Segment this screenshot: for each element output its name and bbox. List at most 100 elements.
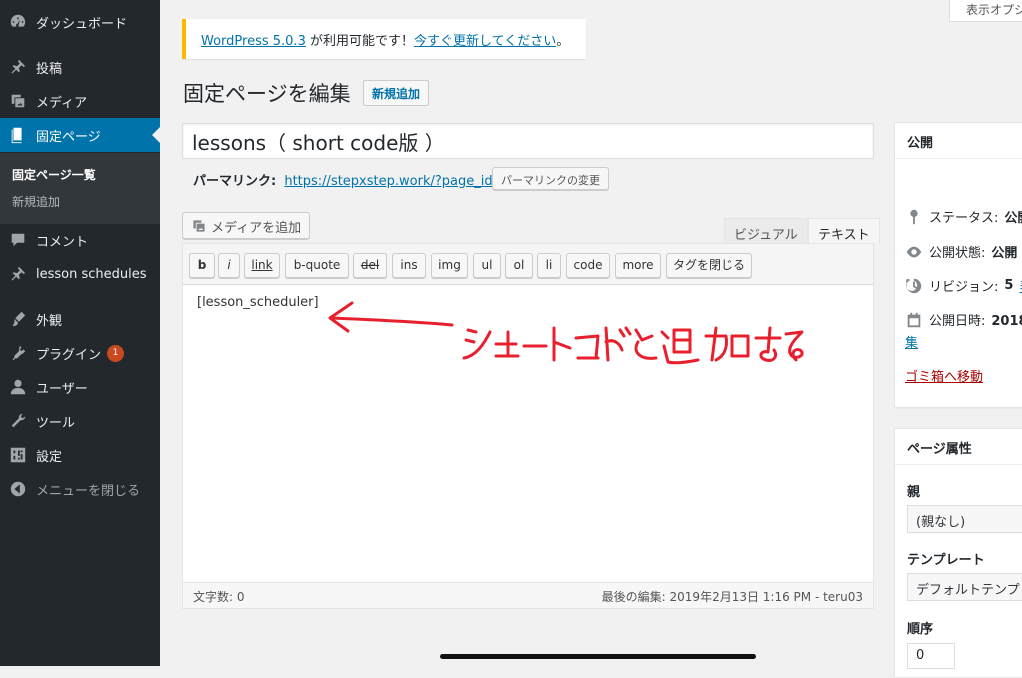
publish-box: 公開 ステータス:公開 公開状態:公開編 リビジョン:5表 公開日時:2018年… — [894, 122, 1022, 408]
comment-icon — [0, 231, 36, 249]
publish-box-title: 公開 — [895, 123, 1022, 159]
media-icon — [193, 220, 205, 232]
qt-ins-button[interactable]: ins — [392, 253, 426, 278]
page-title: 固定ページを編集 — [183, 82, 351, 106]
page-icon — [0, 126, 36, 144]
settings-icon — [0, 446, 36, 464]
visibility-row: 公開状態:公開編 — [905, 242, 1022, 261]
sidebar-item-tools[interactable]: ツール — [0, 404, 160, 438]
eye-icon — [906, 246, 922, 257]
qt-ul-button[interactable]: ul — [473, 253, 501, 278]
tab-visual[interactable]: ビジュアル — [724, 218, 808, 244]
add-media-button[interactable]: メディアを追加 — [182, 212, 311, 239]
wrench-icon — [0, 412, 36, 430]
sidebar-item-plugins[interactable]: プラグイン 1 — [0, 336, 160, 370]
qt-italic-button[interactable]: i — [218, 253, 240, 278]
order-label: 順序 — [907, 622, 934, 637]
submenu-add-new[interactable]: 新規追加 — [12, 193, 60, 210]
brush-icon — [0, 310, 36, 328]
media-icon — [0, 92, 36, 110]
revisions-value: 5 — [1004, 278, 1014, 293]
sidebar-item-label: 固定ページ — [36, 129, 101, 145]
parent-label: 親 — [907, 485, 921, 500]
permalink-url[interactable]: https://stepxstep.work/?page_id=21 — [284, 174, 520, 189]
sidebar-item-label: ツール — [36, 415, 76, 431]
parent-select[interactable]: (親なし) — [907, 505, 1022, 533]
text-editor: b i link b-quote del ins img ul ol li co… — [182, 243, 874, 609]
editor-status-bar: 文字数: 0 最後の編集: 2019年2月13日 1:16 PM - teru0… — [183, 582, 873, 608]
publish-date-label: 公開日時: — [929, 314, 986, 329]
tab-text[interactable]: テキスト — [808, 218, 880, 244]
pin-icon — [0, 265, 36, 283]
wordpress-version-link[interactable]: WordPress 5.0.3 — [201, 34, 306, 49]
sidebar-item-posts[interactable]: 投稿 — [0, 50, 160, 84]
qt-link-button[interactable]: link — [244, 253, 280, 278]
permalink-label: パーマリンク: — [193, 174, 277, 189]
dashboard-icon — [0, 13, 36, 31]
last-edited: 最後の編集: 2019年2月13日 1:16 PM - teru03 — [601, 590, 863, 604]
template-select[interactable]: デフォルトテンプ — [907, 573, 1022, 601]
qt-del-button[interactable]: del — [353, 253, 387, 278]
submenu-all-pages[interactable]: 固定ページ一覧 — [12, 166, 96, 183]
move-to-trash-link[interactable]: ゴミ箱へ移動 — [905, 366, 983, 385]
qt-bold-button[interactable]: b — [189, 253, 215, 278]
notice-end: 。 — [556, 34, 570, 49]
add-media-label: メディアを追加 — [211, 221, 302, 236]
qt-code-button[interactable]: code — [566, 253, 610, 278]
sidebar-item-label: ユーザー — [36, 381, 88, 397]
page-attributes-box: ページ属性 親 (親なし) テンプレート デフォルトテンプ 順序 0 — [894, 428, 1022, 678]
plug-icon — [0, 344, 36, 362]
sidebar-item-users[interactable]: ユーザー — [0, 370, 160, 404]
revisions-row: リビジョン:5表 — [905, 276, 1022, 295]
visibility-value: 公開 — [991, 246, 1018, 261]
sidebar-item-label: ダッシュボード — [36, 16, 128, 32]
sidebar-collapse-menu[interactable]: メニューを閉じる — [0, 472, 160, 506]
revisions-icon — [905, 278, 922, 293]
status-label: ステータス: — [929, 211, 999, 226]
qt-more-button[interactable]: more — [615, 253, 661, 278]
sidebar-item-label: メディア — [36, 95, 88, 111]
word-count: 文字数: 0 — [193, 590, 245, 604]
sidebar-item-pages[interactable]: 固定ページ — [0, 118, 160, 152]
qt-img-button[interactable]: img — [431, 253, 468, 278]
revisions-label: リビジョン: — [929, 280, 999, 295]
publish-date-row: 公開日時: 2018年 — [905, 310, 1022, 329]
qt-li-button[interactable]: li — [537, 253, 561, 278]
change-permalink-button[interactable]: パーマリンクの変更 — [492, 167, 609, 190]
screen-options-button[interactable]: 表示オプシ — [949, 0, 1022, 22]
order-input[interactable]: 0 — [907, 643, 955, 669]
sidebar-item-label: プラグイン — [36, 347, 102, 363]
editor-content[interactable]: [lesson_scheduler] — [197, 295, 319, 310]
publish-date-edit-link[interactable]: 集 — [905, 332, 918, 351]
qt-close-tags-button[interactable]: タグを閉じる — [666, 253, 752, 278]
qt-ol-button[interactable]: ol — [505, 253, 533, 278]
sidebar-item-settings[interactable]: 設定 — [0, 438, 160, 472]
qt-bquote-button[interactable]: b-quote — [285, 253, 349, 278]
pages-submenu: 固定ページ一覧 新規追加 — [0, 153, 160, 224]
visibility-label: 公開状態: — [929, 246, 986, 261]
update-count-badge: 1 — [107, 344, 125, 362]
sidebar-item-lesson-schedules[interactable]: lesson schedules — [0, 257, 160, 291]
sidebar-item-comments[interactable]: コメント — [0, 223, 160, 257]
sidebar-item-media[interactable]: メディア — [0, 84, 160, 118]
sidebar-item-label: メニューを閉じる — [36, 483, 141, 499]
template-label: テンプレート — [907, 553, 985, 568]
update-now-link[interactable]: 今すぐ更新してください — [414, 34, 556, 49]
update-notice: WordPress 5.0.3 が利用可能です！今すぐ更新してください。 — [182, 19, 586, 59]
post-title-input[interactable]: lessons（ short code版 ） — [182, 123, 874, 159]
permalink-row: パーマリンク: https://stepxstep.work/?page_id=… — [193, 170, 520, 189]
add-new-button[interactable]: 新規追加 — [363, 80, 430, 106]
pin-icon — [0, 58, 36, 76]
admin-sidebar: ダッシュボード 投稿 メディア 固定ページ 固定ページ一覧 新規追加 コメント … — [0, 0, 160, 666]
sidebar-item-dashboard[interactable]: ダッシュボード — [0, 5, 160, 39]
status-row: ステータス: 公開 — [905, 207, 1022, 226]
status-value: 公開 — [1004, 211, 1022, 226]
sidebar-item-label: 外観 — [36, 313, 63, 329]
sidebar-item-label: コメント — [36, 234, 89, 250]
sidebar-item-label: 設定 — [36, 449, 63, 465]
collapse-icon — [0, 480, 36, 498]
pin-icon — [910, 209, 918, 224]
user-icon — [0, 378, 36, 396]
sidebar-item-appearance[interactable]: 外観 — [0, 302, 160, 336]
quicktags-toolbar: b i link b-quote del ins img ul ol li co… — [183, 244, 873, 285]
